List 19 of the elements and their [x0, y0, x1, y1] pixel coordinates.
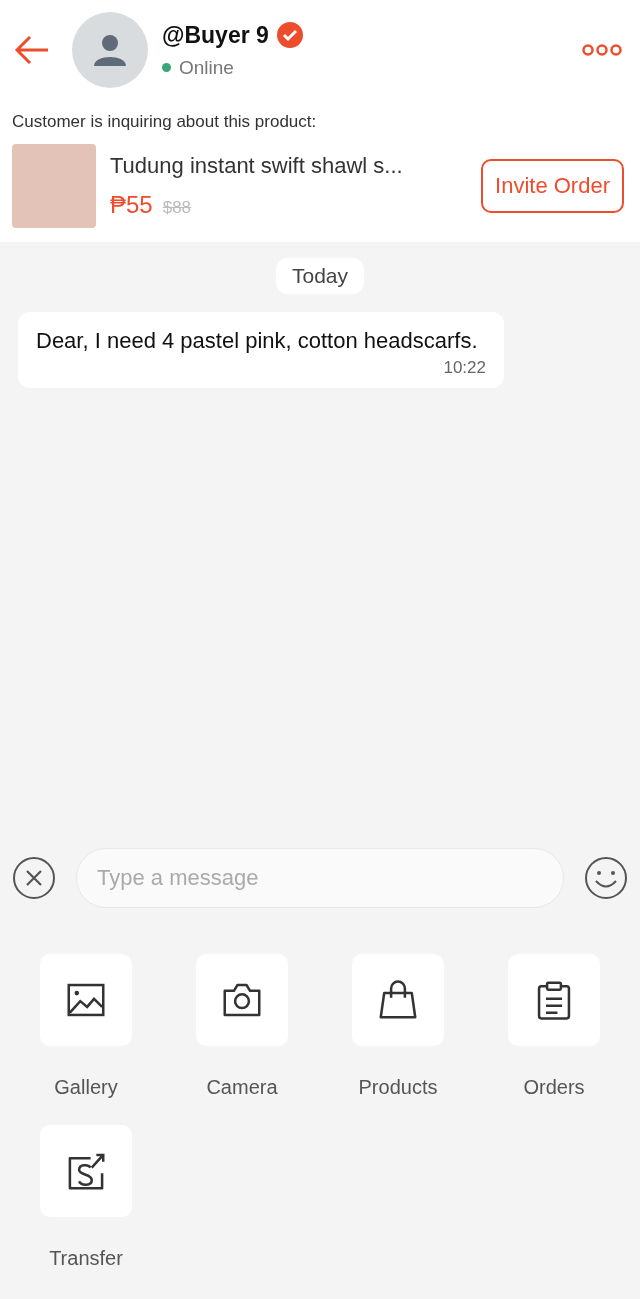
status-text: Online [179, 56, 234, 79]
buyer-name: @Buyer 9 [162, 21, 269, 49]
transfer-action[interactable]: Transfer [8, 1125, 164, 1270]
more-icon[interactable] [582, 43, 622, 57]
inquiry-label: Customer is inquiring about this product: [12, 111, 318, 133]
date-divider: Today [275, 258, 364, 294]
gallery-action[interactable]: Gallery [8, 954, 164, 1099]
product-price: ₱55 [110, 191, 153, 219]
emoji-icon[interactable] [584, 856, 628, 900]
products-action[interactable]: Products [320, 954, 476, 1099]
message-time: 10:22 [443, 358, 486, 378]
invite-order-button[interactable]: Invite Order [481, 159, 624, 213]
message-input[interactable]: Type a message [76, 848, 564, 908]
orders-action[interactable]: Orders [476, 954, 632, 1099]
product-title: Tudung instant swift shawl s... [110, 153, 404, 179]
camera-action[interactable]: Camera [164, 954, 320, 1099]
close-icon[interactable] [12, 856, 56, 900]
message-text: Dear, I need 4 pastel pink, cotton headscarfs. [36, 327, 479, 355]
original-price: $88 [162, 198, 192, 218]
